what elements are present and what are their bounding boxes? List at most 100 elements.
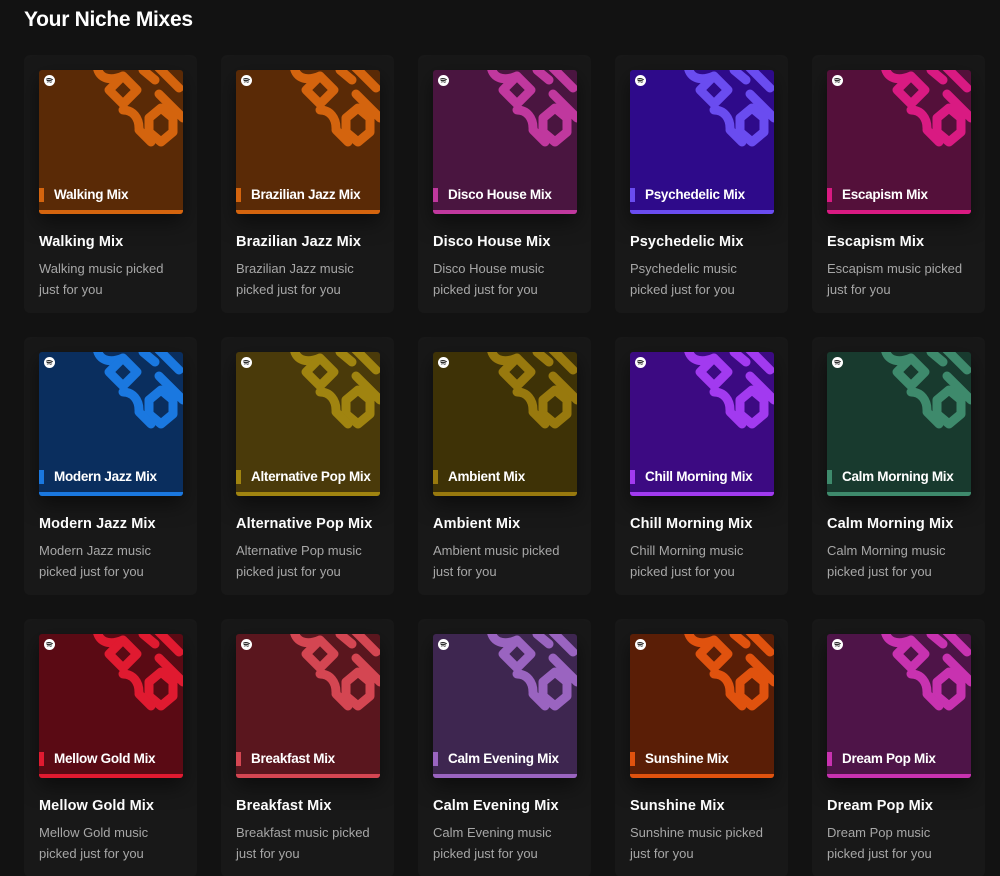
mix-description: Breakfast music picked just for you	[236, 825, 370, 861]
mix-title[interactable]: Walking Mix	[39, 234, 182, 250]
cover-accent-bar	[433, 492, 577, 496]
mix-cover-art[interactable]: Ambient Mix	[433, 352, 577, 496]
mix-title[interactable]: Breakfast Mix	[236, 798, 379, 814]
label-accent-bar	[827, 470, 832, 484]
mix-cover-art[interactable]: Alternative Pop Mix	[236, 352, 380, 496]
mix-description: Chill Morning music picked just for you	[630, 543, 744, 579]
spotify-icon	[44, 75, 55, 86]
mix-grid: Walking Mix Walking Mix Walking music pi…	[24, 55, 985, 876]
mix-cover-art[interactable]: Calm Evening Mix	[433, 634, 577, 778]
mix-cover-art[interactable]: Chill Morning Mix	[630, 352, 774, 496]
cover-label-text: Psychedelic Mix	[645, 187, 745, 202]
mix-title[interactable]: Psychedelic Mix	[630, 234, 773, 250]
mix-card[interactable]: Escapism Mix Escapism Mix Escapism music…	[812, 55, 985, 313]
mix-title[interactable]: Mellow Gold Mix	[39, 798, 182, 814]
niche-mixes-section: Your Niche Mixes Walking Mix Walking Mix…	[0, 0, 1000, 876]
spotify-icon	[241, 639, 252, 650]
mix-cover-art[interactable]: Disco House Mix	[433, 70, 577, 214]
mix-title[interactable]: Ambient Mix	[433, 516, 576, 532]
mix-cover-art[interactable]: Modern Jazz Mix	[39, 352, 183, 496]
mix-card[interactable]: Breakfast Mix Breakfast Mix Breakfast mu…	[221, 619, 394, 876]
mix-description: Modern Jazz music picked just for you	[39, 543, 151, 579]
mix-description: Walking music picked just for you	[39, 261, 164, 297]
mix-card[interactable]: Dream Pop Mix Dream Pop Mix Dream Pop mu…	[812, 619, 985, 876]
mix-card[interactable]: Modern Jazz Mix Modern Jazz Mix Modern J…	[24, 337, 197, 595]
cover-label-text: Brazilian Jazz Mix	[251, 187, 361, 202]
cover-label: Mellow Gold Mix	[39, 752, 177, 766]
cover-label-text: Modern Jazz Mix	[54, 469, 157, 484]
cover-label-text: Disco House Mix	[448, 187, 552, 202]
spotify-icon	[241, 357, 252, 368]
mix-card[interactable]: Disco House Mix Disco House Mix Disco Ho…	[418, 55, 591, 313]
cover-accent-bar	[39, 492, 183, 496]
label-accent-bar	[630, 752, 635, 766]
mix-title[interactable]: Escapism Mix	[827, 234, 970, 250]
mix-title[interactable]: Brazilian Jazz Mix	[236, 234, 379, 250]
mix-cover-art[interactable]: Sunshine Mix	[630, 634, 774, 778]
mix-description: Disco House music picked just for you	[433, 261, 545, 297]
mix-cover-art[interactable]: Breakfast Mix	[236, 634, 380, 778]
mix-cover-art[interactable]: Walking Mix	[39, 70, 183, 214]
mix-title[interactable]: Chill Morning Mix	[630, 516, 773, 532]
mix-title[interactable]: Sunshine Mix	[630, 798, 773, 814]
cover-label: Modern Jazz Mix	[39, 470, 177, 484]
mix-cover-art[interactable]: Dream Pop Mix	[827, 634, 971, 778]
spotify-icon	[44, 357, 55, 368]
mix-cover-art[interactable]: Psychedelic Mix	[630, 70, 774, 214]
label-accent-bar	[236, 188, 241, 202]
mix-title[interactable]: Alternative Pop Mix	[236, 516, 379, 532]
cover-accent-bar	[236, 492, 380, 496]
cover-accent-bar	[827, 492, 971, 496]
cover-label-text: Walking Mix	[54, 187, 129, 202]
mix-card[interactable]: Alternative Pop Mix Alternative Pop Mix …	[221, 337, 394, 595]
cover-accent-bar	[236, 210, 380, 214]
cover-label-text: Calm Morning Mix	[842, 469, 954, 484]
spotify-icon	[438, 639, 449, 650]
cover-accent-bar	[433, 774, 577, 778]
cover-accent-bar	[236, 774, 380, 778]
mix-title[interactable]: Dream Pop Mix	[827, 798, 970, 814]
mix-description: Dream Pop music picked just for you	[827, 825, 932, 861]
label-accent-bar	[39, 752, 44, 766]
mix-cover-art[interactable]: Calm Morning Mix	[827, 352, 971, 496]
mix-title[interactable]: Calm Morning Mix	[827, 516, 970, 532]
mix-description: Mellow Gold music picked just for you	[39, 825, 149, 861]
mix-card[interactable]: Ambient Mix Ambient Mix Ambient music pi…	[418, 337, 591, 595]
cover-label-text: Alternative Pop Mix	[251, 469, 371, 484]
mix-card[interactable]: Psychedelic Mix Psychedelic Mix Psychede…	[615, 55, 788, 313]
cover-accent-bar	[827, 774, 971, 778]
spotify-icon	[438, 75, 449, 86]
mix-cover-art[interactable]: Mellow Gold Mix	[39, 634, 183, 778]
mix-title[interactable]: Disco House Mix	[433, 234, 576, 250]
mix-card[interactable]: Walking Mix Walking Mix Walking music pi…	[24, 55, 197, 313]
mix-cover-art[interactable]: Escapism Mix	[827, 70, 971, 214]
cover-accent-bar	[630, 210, 774, 214]
mix-card[interactable]: Sunshine Mix Sunshine Mix Sunshine music…	[615, 619, 788, 876]
cover-label-text: Dream Pop Mix	[842, 751, 936, 766]
mix-title[interactable]: Modern Jazz Mix	[39, 516, 182, 532]
mix-description: Ambient music picked just for you	[433, 543, 560, 579]
section-title[interactable]: Your Niche Mixes	[24, 8, 193, 32]
cover-label: Calm Evening Mix	[433, 752, 571, 766]
mix-card[interactable]: Calm Evening Mix Calm Evening Mix Calm E…	[418, 619, 591, 876]
label-accent-bar	[630, 470, 635, 484]
mix-title[interactable]: Calm Evening Mix	[433, 798, 576, 814]
mix-card[interactable]: Brazilian Jazz Mix Brazilian Jazz Mix Br…	[221, 55, 394, 313]
mix-card[interactable]: Mellow Gold Mix Mellow Gold Mix Mellow G…	[24, 619, 197, 876]
label-accent-bar	[236, 752, 241, 766]
cover-label: Escapism Mix	[827, 188, 965, 202]
mix-cover-art[interactable]: Brazilian Jazz Mix	[236, 70, 380, 214]
cover-label: Psychedelic Mix	[630, 188, 768, 202]
label-accent-bar	[827, 752, 832, 766]
cover-accent-bar	[827, 210, 971, 214]
cover-label-text: Ambient Mix	[448, 469, 525, 484]
cover-label: Brazilian Jazz Mix	[236, 188, 374, 202]
spotify-icon	[635, 75, 646, 86]
cover-label: Chill Morning Mix	[630, 470, 768, 484]
mix-card[interactable]: Calm Morning Mix Calm Morning Mix Calm M…	[812, 337, 985, 595]
mix-card[interactable]: Chill Morning Mix Chill Morning Mix Chil…	[615, 337, 788, 595]
spotify-icon	[832, 357, 843, 368]
label-accent-bar	[630, 188, 635, 202]
cover-accent-bar	[39, 774, 183, 778]
cover-label-text: Calm Evening Mix	[448, 751, 559, 766]
